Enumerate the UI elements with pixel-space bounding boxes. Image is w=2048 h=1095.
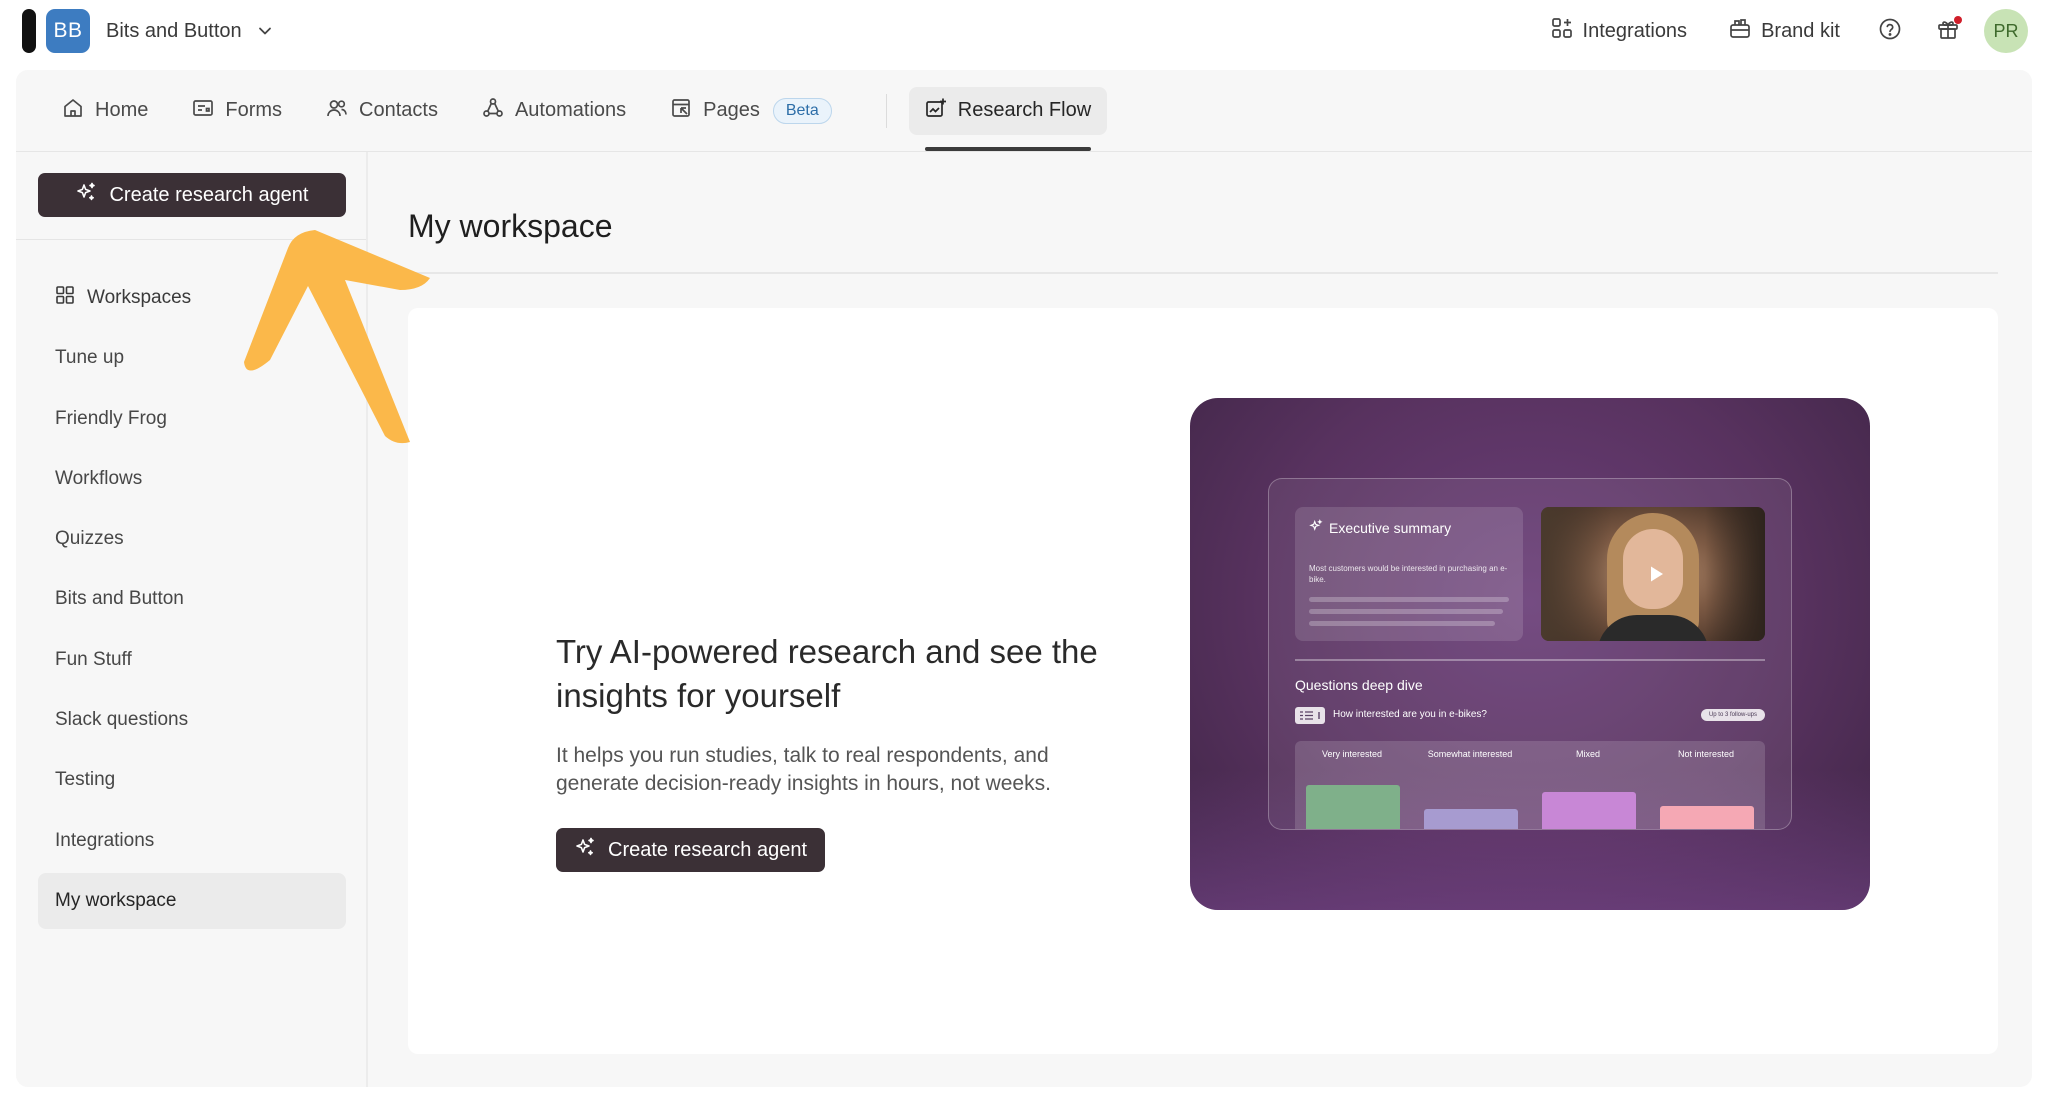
- brand-kit-link[interactable]: Brand kit: [1715, 11, 1854, 51]
- automations-icon: [482, 97, 504, 125]
- sidebar-item-quizzes[interactable]: Quizzes: [38, 511, 346, 567]
- promo-card: Try AI-powered research and see the insi…: [408, 308, 1998, 1054]
- chart-category-label: Not interested: [1677, 749, 1735, 759]
- sidebar-item-slack-questions[interactable]: Slack questions: [38, 692, 346, 748]
- sidebar-item-label: Integrations: [55, 829, 155, 851]
- brand-kit-label: Brand kit: [1761, 19, 1840, 42]
- tab-contacts[interactable]: Contacts: [310, 87, 454, 135]
- sparkle-icon: [574, 836, 596, 864]
- workspace-avatar: BB: [46, 9, 90, 53]
- beta-badge: Beta: [772, 97, 832, 124]
- sidebar-item-label: Friendly Frog: [55, 407, 167, 429]
- sidebar-item-testing[interactable]: Testing: [38, 752, 346, 808]
- question-text: How interested are you in e-bikes?: [1333, 709, 1487, 720]
- tab-automations[interactable]: Automations: [466, 87, 642, 135]
- placeholder-line: [1309, 597, 1509, 602]
- chart-bar-very-interested: [1306, 785, 1400, 829]
- tab-label: Pages: [703, 99, 760, 121]
- respondent-video-thumbnail: [1541, 507, 1765, 641]
- workspace-name[interactable]: Bits and Button: [106, 20, 242, 43]
- integrations-link[interactable]: Integrations: [1537, 11, 1702, 51]
- contacts-icon: [326, 97, 348, 125]
- sidebar-item-my-workspace[interactable]: My workspace: [38, 872, 346, 929]
- placeholder-line: [1309, 621, 1495, 626]
- title-divider: [408, 272, 1998, 274]
- tab-navigation: Home Forms Contacts Automations Pages Be…: [16, 70, 2032, 152]
- brand-kit-icon: [1729, 17, 1751, 45]
- executive-summary-heading: Executive summary: [1309, 519, 1451, 536]
- tab-pages[interactable]: Pages Beta: [654, 87, 848, 135]
- top-bar: BB Bits and Button Integrations Brand ki…: [0, 0, 2048, 62]
- video-background-left: [1541, 507, 1611, 641]
- promo-illustration: Executive summary Most customers would b…: [1190, 398, 1870, 910]
- tab-label: Home: [95, 99, 149, 121]
- create-research-agent-label: Create research agent: [109, 183, 309, 206]
- workspace-switcher[interactable]: BB Bits and Button: [22, 9, 274, 53]
- create-research-agent-button[interactable]: Create research agent: [38, 173, 346, 217]
- integrations-label: Integrations: [1582, 19, 1688, 42]
- question-type-icon: [1295, 707, 1325, 724]
- research-flow-icon: [925, 97, 947, 125]
- report-mockup: Executive summary Most customers would b…: [1268, 478, 1792, 830]
- question-row: How interested are you in e-bikes? Up to…: [1295, 707, 1765, 725]
- executive-summary-title: Executive summary: [1329, 519, 1452, 536]
- promo-heading: Try AI-powered research and see the insi…: [556, 633, 1098, 714]
- play-icon: [1649, 565, 1665, 588]
- user-avatar[interactable]: PR: [1984, 9, 2028, 53]
- chart-bar-somewhat-interested: [1424, 809, 1518, 829]
- annotation-arrow-icon: [244, 230, 430, 444]
- sidebar-item-fun-stuff[interactable]: Fun Stuff: [38, 632, 346, 688]
- video-background-right: [1705, 507, 1765, 641]
- mockup-divider: [1295, 659, 1765, 661]
- placeholder-line: [1309, 609, 1503, 614]
- sidebar-item-label: Slack questions: [55, 709, 189, 731]
- chart-bar-not-interested: [1660, 806, 1754, 829]
- tab-home[interactable]: Home: [46, 87, 164, 135]
- questions-deep-dive-title: Questions deep dive: [1295, 677, 1423, 693]
- app-logo: [22, 9, 36, 53]
- promo-body: It helps you run studies, talk to real r…: [556, 744, 1051, 795]
- sidebar-item-label: Workflows: [55, 467, 143, 489]
- sidebar-item-workflows[interactable]: Workflows: [38, 451, 346, 507]
- notification-dot: [1954, 16, 1962, 24]
- create-research-agent-cta-label: Create research agent: [608, 838, 808, 861]
- help-button[interactable]: [1868, 9, 1912, 53]
- tab-label: Forms: [225, 99, 283, 121]
- sidebar-item-integrations[interactable]: Integrations: [38, 813, 346, 869]
- chart-bar-mixed: [1542, 792, 1636, 829]
- gift-button[interactable]: [1926, 9, 1970, 53]
- forms-icon: [192, 97, 214, 125]
- sidebar-item-label: Tune up: [55, 347, 125, 369]
- tab-label: Research Flow: [957, 99, 1092, 121]
- grid-icon: [55, 285, 75, 311]
- executive-summary-text: Most customers would be interested in pu…: [1309, 564, 1508, 584]
- active-tab-indicator: [924, 146, 1092, 151]
- chart-category-label: Somewhat interested: [1427, 749, 1513, 759]
- tab-research-flow[interactable]: Research Flow: [908, 86, 1108, 151]
- chart-category-label: Mixed: [1575, 749, 1600, 759]
- executive-summary-card: Executive summary Most customers would b…: [1295, 507, 1523, 641]
- sparkle-icon: [75, 181, 97, 209]
- sidebar-item-label: Workspaces: [87, 287, 192, 308]
- sidebar-item-label: Quizzes: [55, 528, 124, 550]
- sidebar-item-label: Bits and Button: [55, 588, 184, 610]
- help-icon: [1878, 17, 1902, 46]
- follow-ups-chip: Up to 3 follow-ups: [1700, 709, 1765, 721]
- sidebar-item-label: Testing: [55, 769, 116, 791]
- tab-forms[interactable]: Forms: [176, 87, 298, 135]
- chart-category-label: Very interested: [1321, 749, 1383, 759]
- sidebar-item-bits-and-button[interactable]: Bits and Button: [38, 571, 346, 627]
- tab-label: Automations: [514, 99, 627, 121]
- sidebar-item-label: Fun Stuff: [55, 648, 132, 670]
- tab-label: Contacts: [359, 99, 438, 121]
- pages-icon: [670, 97, 692, 125]
- create-research-agent-cta[interactable]: Create research agent: [556, 828, 826, 872]
- sidebar-item-label: My workspace: [55, 889, 177, 911]
- home-icon: [62, 97, 84, 125]
- tab-separator: [885, 93, 887, 128]
- integrations-icon: [1551, 17, 1573, 45]
- sparkle-icon: [1309, 519, 1323, 536]
- chevron-down-icon[interactable]: [256, 22, 274, 40]
- answers-chart: Very interested Somewhat interested Mixe…: [1295, 741, 1765, 829]
